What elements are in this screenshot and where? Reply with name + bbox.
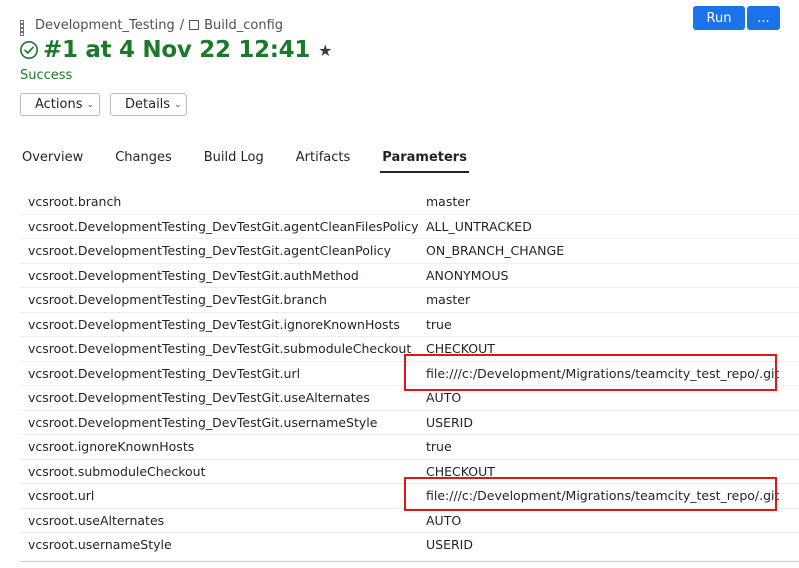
build-header: #1 at 4 Nov 22 12:41 ★ (19, 37, 332, 63)
param-name: vcsroot.DevelopmentTesting_DevTestGit.br… (28, 292, 327, 308)
table-row: vcsroot.DevelopmentTesting_DevTestGit.su… (20, 336, 799, 361)
build-title: #1 at 4 Nov 22 12:41 (43, 37, 311, 63)
param-value: master (426, 292, 471, 308)
square-icon (189, 20, 200, 30)
parameters-table: vcsroot.branch master vcsroot.Development… (20, 189, 799, 557)
build-status: Success (20, 68, 73, 83)
table-row: vcsroot.DevelopmentTesting_DevTestGit.au… (20, 262, 799, 288)
build-tabs: Overview Changes Build Log Artifacts Par… (20, 148, 799, 174)
param-value: master (426, 193, 471, 209)
breadcrumb-separator: / (179, 17, 185, 33)
table-row: vcsroot.branch master (20, 189, 799, 214)
table-row: vcsroot.ignoreKnownHosts true (20, 434, 799, 459)
param-value: USERID (426, 537, 473, 553)
breadcrumb-project-link[interactable]: Development_Testing (35, 18, 175, 33)
param-name: vcsroot.DevelopmentTesting_DevTestGit.us… (28, 414, 378, 430)
param-name: vcsroot.DevelopmentTesting_DevTestGit.ig… (28, 316, 400, 332)
table-row: vcsroot.DevelopmentTesting_DevTestGit.us… (20, 409, 799, 435)
param-name: vcsroot.url (28, 488, 95, 504)
tab-artifacts[interactable]: Artifacts (294, 148, 353, 174)
table-row: vcsroot.useAlternates AUTO (20, 507, 799, 533)
actions-dropdown-button[interactable]: Actions ⌄ (20, 93, 100, 116)
param-name: vcsroot.DevelopmentTesting_DevTestGit.su… (28, 341, 412, 357)
param-value: true (426, 439, 452, 455)
table-row: vcsroot.DevelopmentTesting_DevTestGit.ag… (20, 238, 799, 263)
param-name: vcsroot.ignoreKnownHosts (28, 439, 195, 455)
param-value: CHECKOUT (426, 341, 495, 357)
check-circle-icon (20, 41, 38, 59)
tab-changes[interactable]: Changes (113, 148, 174, 174)
param-value: AUTO (426, 390, 462, 406)
param-name: vcsroot.DevelopmentTesting_DevTestGit.ag… (28, 243, 392, 259)
param-name: vcsroot.usernameStyle (28, 537, 172, 553)
param-name: vcsroot.DevelopmentTesting_DevTestGit.ag… (28, 218, 418, 234)
param-name: vcsroot.DevelopmentTesting_DevTestGit.ur… (28, 365, 301, 381)
param-name: vcsroot.useAlternates (28, 512, 165, 528)
table-row: vcsroot.DevelopmentTesting_DevTestGit.br… (20, 287, 799, 312)
param-value: AUTO (426, 512, 462, 528)
param-value: true (426, 316, 452, 332)
tab-build-log[interactable]: Build Log (202, 148, 266, 174)
breadcrumb: Development_Testing / Build_config (20, 16, 283, 36)
details-dropdown-button[interactable]: Details ⌄ (110, 93, 187, 116)
param-value: ANONYMOUS (426, 267, 509, 283)
tab-overview[interactable]: Overview (20, 148, 85, 174)
table-row: vcsroot.url file:///c:/Development/Migrat… (20, 483, 799, 508)
param-value: file:///c:/Development/Migrations/teamci… (426, 488, 780, 504)
table-row: vcsroot.DevelopmentTesting_DevTestGit.us… (20, 385, 799, 410)
table-bottom-divider (20, 561, 799, 562)
param-value: file:///c:/Development/Migrations/teamci… (426, 365, 780, 381)
param-name: vcsroot.branch (28, 193, 122, 209)
param-name: vcsroot.DevelopmentTesting_DevTestGit.us… (28, 390, 370, 406)
param-value: CHECKOUT (426, 463, 495, 479)
run-options-button[interactable]: ... (747, 6, 780, 30)
param-value: USERID (426, 414, 473, 430)
chevron-down-icon: ⌄ (174, 99, 182, 110)
breadcrumb-config-link[interactable]: Build_config (204, 18, 283, 33)
param-value: ALL_UNTRACKED (426, 218, 532, 234)
table-row: vcsroot.submoduleCheckout CHECKOUT (20, 458, 799, 484)
param-name: vcsroot.DevelopmentTesting_DevTestGit.au… (28, 267, 359, 283)
param-name: vcsroot.submoduleCheckout (28, 463, 206, 479)
table-row: vcsroot.DevelopmentTesting_DevTestGit.ig… (20, 311, 799, 337)
actions-label: Actions (35, 97, 83, 112)
run-button[interactable]: Run (693, 6, 745, 30)
details-label: Details (125, 97, 171, 112)
tab-parameters[interactable]: Parameters (380, 148, 469, 174)
table-row: vcsroot.DevelopmentTesting_DevTestGit.ag… (20, 213, 799, 239)
chevron-down-icon: ⌄ (86, 99, 95, 110)
param-value: ON_BRANCH_CHANGE (426, 243, 565, 259)
table-row: vcsroot.usernameStyle USERID (20, 532, 799, 557)
table-row: vcsroot.DevelopmentTesting_DevTestGit.ur… (20, 360, 799, 386)
star-icon[interactable]: ★ (318, 41, 332, 60)
grid-icon (20, 20, 30, 36)
